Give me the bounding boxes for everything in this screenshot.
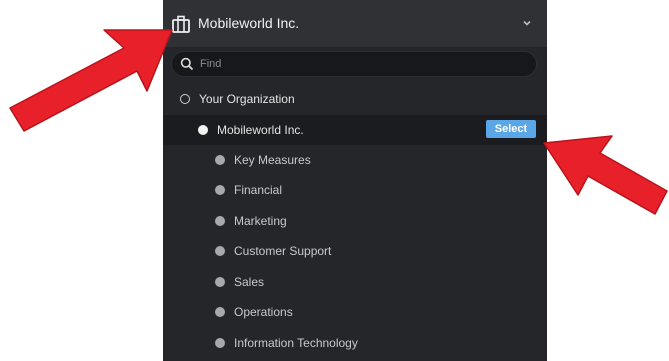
filled-circle-icon <box>215 216 225 226</box>
search-field <box>171 51 537 77</box>
filled-circle-icon <box>215 155 225 165</box>
tree-item-your-organization[interactable]: Your Organization <box>163 84 547 114</box>
filled-circle-icon <box>215 246 225 256</box>
tree-item-label: Information Technology <box>234 336 358 350</box>
select-button[interactable]: Select <box>486 120 536 138</box>
tree-item-label: Financial <box>234 183 283 197</box>
tree-item-label: Your Organization <box>199 92 295 106</box>
tree-item-label: Marketing <box>234 214 287 228</box>
search-icon <box>180 57 194 71</box>
tree-item-label: Operations <box>234 305 293 319</box>
tree-item-information-technology[interactable]: Information Technology <box>163 328 547 358</box>
organization-picker-panel: Mobileworld Inc. Your Organization Mobil… <box>163 0 547 361</box>
filled-circle-icon <box>215 338 225 348</box>
tree-item-customer-support[interactable]: Customer Support <box>163 236 547 266</box>
org-title: Mobileworld Inc. <box>198 15 300 31</box>
search-input[interactable] <box>200 54 520 74</box>
filled-circle-icon <box>215 277 225 287</box>
tree-item-operations[interactable]: Operations <box>163 297 547 327</box>
hollow-circle-icon <box>180 94 190 104</box>
tree-item-label: Customer Support <box>234 244 332 258</box>
filled-circle-icon <box>215 185 225 195</box>
tree-item-label: Key Measures <box>234 153 311 167</box>
tree-item-financial[interactable]: Financial <box>163 175 547 205</box>
briefcase-icon <box>172 15 190 33</box>
tree-item-mobileworld[interactable]: Mobileworld Inc. Select <box>163 115 547 145</box>
tree-item-label: Sales <box>234 275 265 289</box>
filled-circle-icon <box>198 125 208 135</box>
tree-item-sales[interactable]: Sales <box>163 267 547 297</box>
filled-circle-icon <box>215 307 225 317</box>
screenshot-stage: Mobileworld Inc. Your Organization Mobil… <box>0 0 669 361</box>
tree-item-marketing[interactable]: Marketing <box>163 206 547 236</box>
tree-item-label: Mobileworld Inc. <box>217 123 304 137</box>
chevron-down-icon[interactable] <box>521 17 533 29</box>
org-switcher-header[interactable]: Mobileworld Inc. <box>163 0 547 47</box>
tree-item-key-measures[interactable]: Key Measures <box>163 145 547 175</box>
